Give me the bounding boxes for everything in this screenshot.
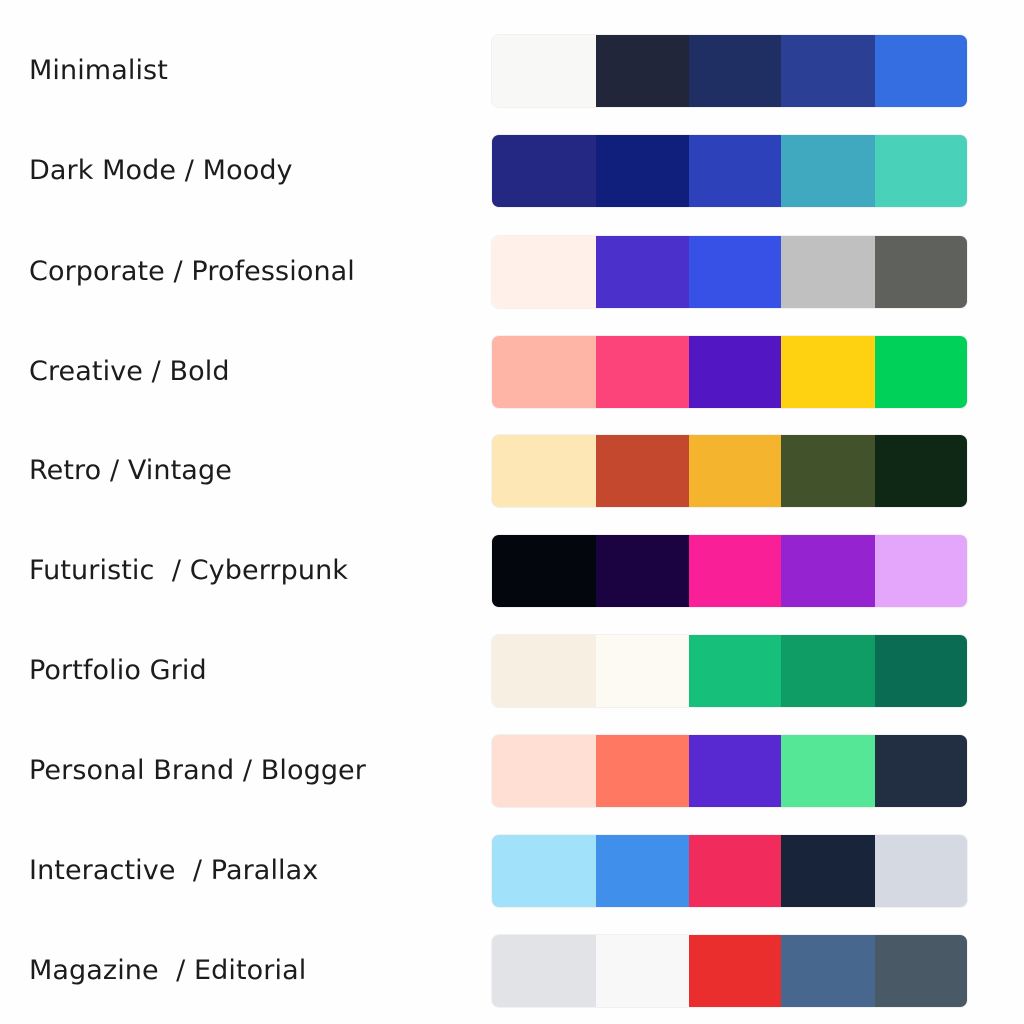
- color-swatch: [781, 336, 875, 408]
- palette-label: Magazine / Editorial: [29, 955, 307, 986]
- color-swatch: [596, 635, 689, 707]
- color-swatch: [492, 236, 596, 308]
- color-swatch: [596, 336, 689, 408]
- color-swatch: [492, 535, 596, 607]
- color-swatch: [492, 935, 596, 1007]
- color-swatch: [596, 35, 689, 107]
- color-swatch: [781, 835, 875, 907]
- color-swatch-strip: [492, 336, 967, 408]
- palette-row: Personal Brand / Blogger: [0, 735, 1024, 807]
- color-swatch: [781, 236, 875, 308]
- color-swatch: [492, 35, 596, 107]
- palette-row: Interactive / Parallax: [0, 835, 1024, 907]
- color-swatch: [875, 835, 967, 907]
- palette-label: Interactive / Parallax: [29, 855, 319, 886]
- color-swatch: [875, 236, 967, 308]
- color-swatch: [781, 935, 875, 1007]
- color-swatch-strip: [492, 35, 967, 107]
- palette-label: Dark Mode / Moody: [29, 155, 293, 186]
- color-swatch: [689, 835, 781, 907]
- color-swatch: [689, 35, 781, 107]
- palette-row: Portfolio Grid: [0, 635, 1024, 707]
- color-swatch: [596, 835, 689, 907]
- color-swatch: [492, 336, 596, 408]
- palette-label: Retro / Vintage: [29, 455, 232, 486]
- color-swatch: [875, 935, 967, 1007]
- color-swatch: [596, 435, 689, 507]
- palette-label: Creative / Bold: [29, 356, 230, 387]
- color-swatch: [781, 535, 875, 607]
- color-swatch: [492, 135, 596, 207]
- palette-label: Futuristic / Cyberrpunk: [29, 555, 349, 586]
- color-swatch: [781, 35, 875, 107]
- color-swatch-strip: [492, 835, 967, 907]
- palette-row: Minimalist: [0, 35, 1024, 107]
- color-swatch-strip: [492, 236, 967, 308]
- color-swatch: [596, 236, 689, 308]
- color-swatch: [689, 535, 781, 607]
- color-swatch: [689, 236, 781, 308]
- color-swatch: [596, 935, 689, 1007]
- palette-row: Dark Mode / Moody: [0, 135, 1024, 207]
- color-swatch: [875, 435, 967, 507]
- color-swatch: [689, 336, 781, 408]
- color-swatch: [492, 835, 596, 907]
- color-swatch-strip: [492, 535, 967, 607]
- color-swatch: [596, 135, 689, 207]
- palette-label: Portfolio Grid: [29, 655, 207, 686]
- color-swatch: [781, 435, 875, 507]
- color-swatch: [596, 735, 689, 807]
- color-swatch: [875, 735, 967, 807]
- color-swatch: [875, 35, 967, 107]
- palette-label: Minimalist: [29, 55, 168, 86]
- color-swatch: [689, 735, 781, 807]
- color-swatch: [492, 435, 596, 507]
- color-swatch-strip: [492, 935, 967, 1007]
- palette-row: Corporate / Professional: [0, 236, 1024, 308]
- color-swatch: [689, 135, 781, 207]
- palette-row: Futuristic / Cyberrpunk: [0, 535, 1024, 607]
- color-swatch: [875, 635, 967, 707]
- color-swatch: [689, 435, 781, 507]
- color-swatch: [781, 135, 875, 207]
- color-swatch: [781, 635, 875, 707]
- color-swatch: [596, 535, 689, 607]
- palette-row: Creative / Bold: [0, 336, 1024, 408]
- color-swatch: [875, 535, 967, 607]
- palette-label: Corporate / Professional: [29, 256, 355, 287]
- color-swatch: [689, 635, 781, 707]
- color-swatch: [689, 935, 781, 1007]
- palette-row: Retro / Vintage: [0, 435, 1024, 507]
- color-swatch: [875, 336, 967, 408]
- color-swatch: [875, 135, 967, 207]
- color-swatch: [492, 735, 596, 807]
- palette-label: Personal Brand / Blogger: [29, 755, 366, 786]
- color-swatch-strip: [492, 435, 967, 507]
- color-swatch: [781, 735, 875, 807]
- color-swatch: [492, 635, 596, 707]
- color-swatch-strip: [492, 735, 967, 807]
- color-swatch-strip: [492, 135, 967, 207]
- palette-row: Magazine / Editorial: [0, 935, 1024, 1007]
- color-swatch-strip: [492, 635, 967, 707]
